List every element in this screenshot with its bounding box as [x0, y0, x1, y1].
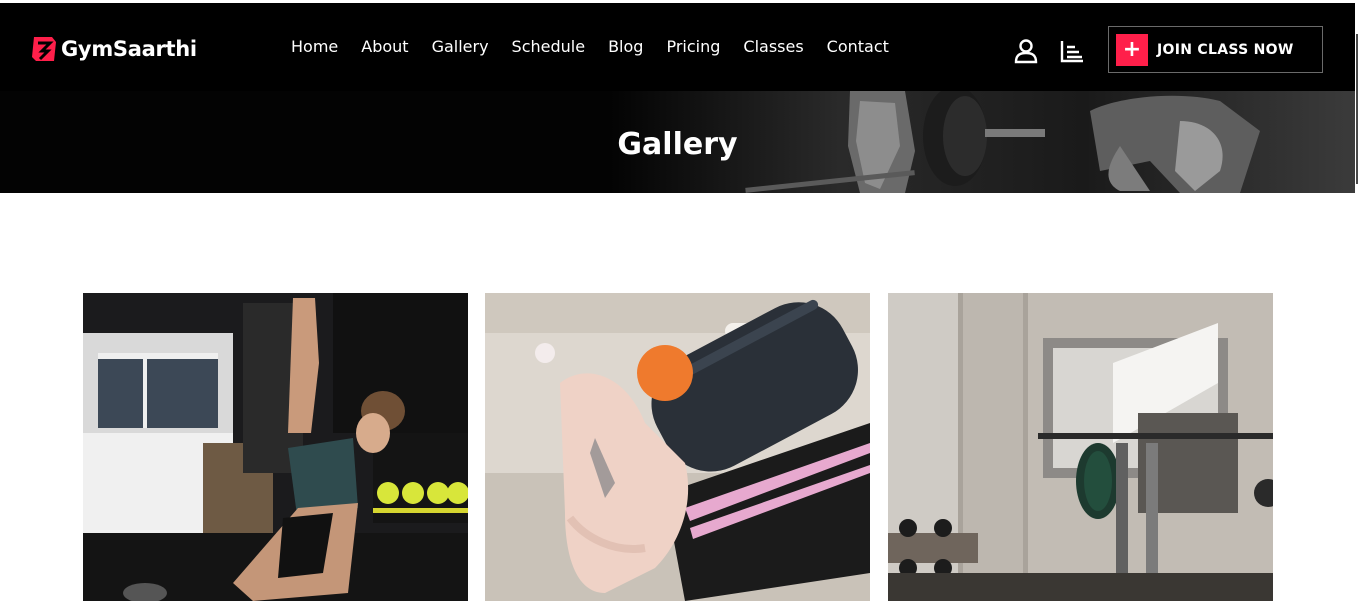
- join-class-label: JOIN CLASS NOW: [1157, 41, 1294, 58]
- plus-icon: +: [1116, 33, 1148, 66]
- nav-pricing[interactable]: Pricing: [666, 37, 720, 56]
- nav-schedule[interactable]: Schedule: [512, 37, 586, 56]
- nav-blog[interactable]: Blog: [608, 37, 643, 56]
- nav-about[interactable]: About: [361, 37, 408, 56]
- gallery-image-3[interactable]: [888, 293, 1273, 601]
- gallery-image-2[interactable]: [485, 293, 870, 601]
- scrollbar[interactable]: [1355, 0, 1359, 601]
- logo-icon: [32, 37, 56, 61]
- page-hero: Gallery: [0, 91, 1355, 193]
- user-icon[interactable]: [1013, 38, 1039, 64]
- scrollbar-thumb[interactable]: [1356, 34, 1358, 184]
- nav-home[interactable]: Home: [291, 37, 338, 56]
- nav-gallery[interactable]: Gallery: [432, 37, 489, 56]
- gym-equipment-photo: [888, 293, 1273, 601]
- brand-name: GymSaarthi: [61, 37, 197, 61]
- gallery-image-1[interactable]: [83, 293, 468, 601]
- shoe-bottle-photo: [485, 293, 870, 601]
- yoga-stretch-photo: [83, 293, 468, 601]
- chart-icon[interactable]: [1059, 38, 1085, 64]
- nav-classes[interactable]: Classes: [743, 37, 803, 56]
- nav-contact[interactable]: Contact: [827, 37, 889, 56]
- join-class-button[interactable]: + JOIN CLASS NOW: [1108, 26, 1323, 73]
- logo[interactable]: GymSaarthi: [28, 33, 197, 65]
- main-nav: Home About Gallery Schedule Blog Pricing…: [291, 37, 912, 56]
- page-title: Gallery: [617, 127, 738, 162]
- site-header: GymSaarthi Home About Gallery Schedule B…: [0, 3, 1355, 91]
